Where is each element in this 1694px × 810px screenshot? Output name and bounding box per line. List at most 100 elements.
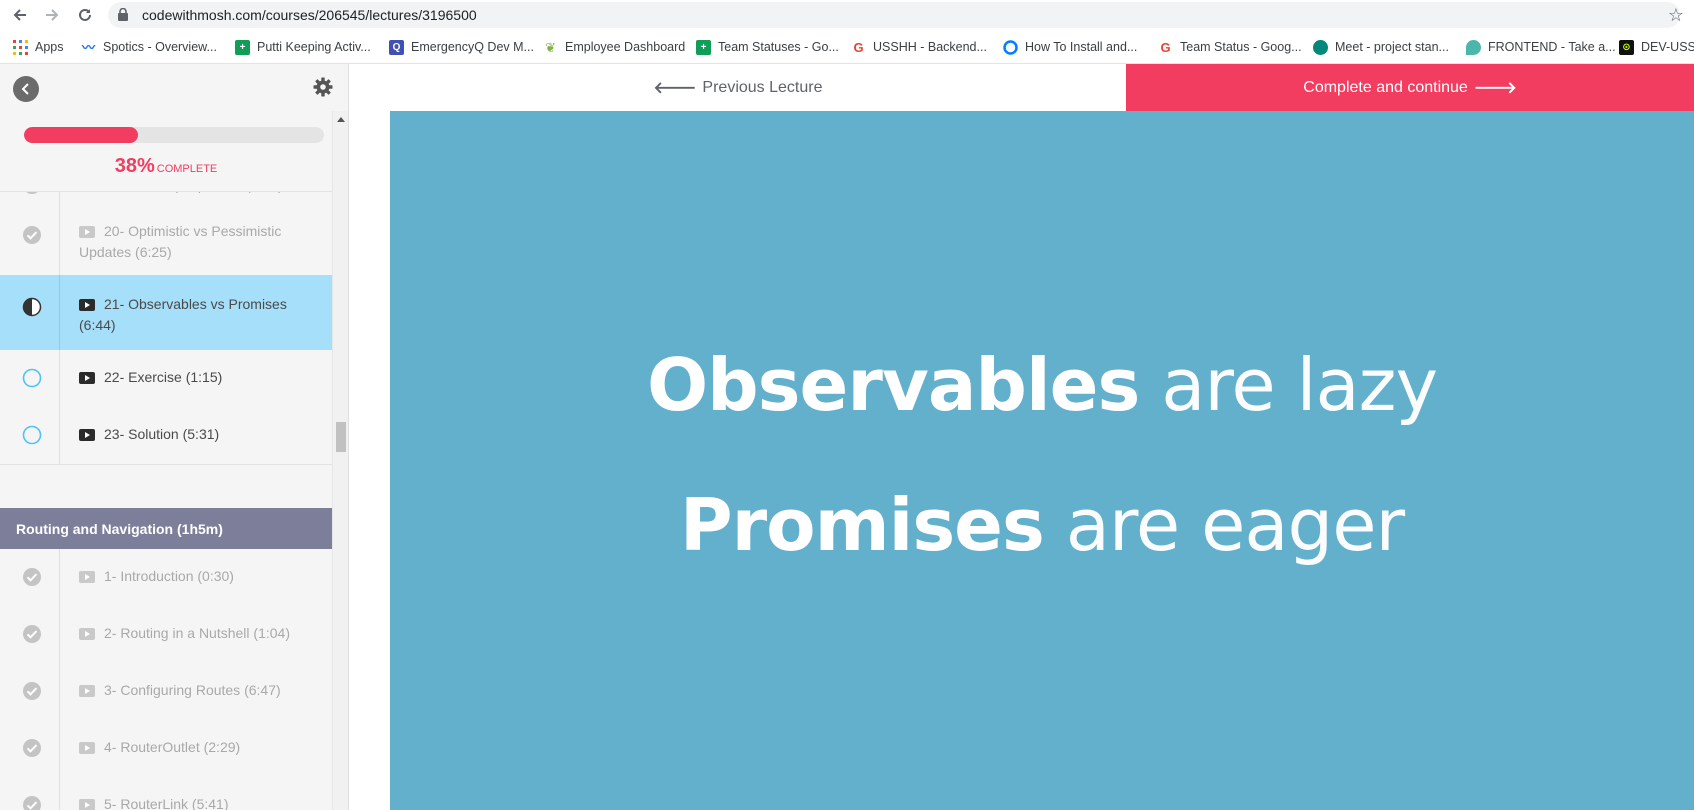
lock-icon — [118, 7, 128, 26]
lecture-title: 20- Optimistic vs Pessimistic Updates (6… — [79, 223, 282, 260]
sidebar-scrollbar[interactable] — [332, 111, 348, 810]
lecture-title: 23- Solution (5:31) — [104, 426, 220, 442]
bookmark-spotics[interactable]: 〰 Spotics - Overview... — [81, 38, 217, 56]
check-circle-icon — [22, 795, 42, 810]
lecture-title: 4- RouterOutlet (2:29) — [104, 739, 241, 755]
leaf-icon: ❦ — [545, 39, 556, 55]
empty-circle-icon — [22, 425, 42, 445]
row-divider — [59, 663, 60, 720]
lecture-item[interactable]: 3- Configuring Routes (6:47) — [0, 663, 332, 721]
bookmark-label: FRONTEND - Take a... — [1488, 40, 1616, 54]
digitalocean-icon — [1003, 39, 1018, 55]
lecture-title: 3- Configuring Routes (6:47) — [104, 682, 281, 698]
chevron-left-icon — [21, 83, 29, 95]
row-divider — [59, 201, 60, 275]
previous-lecture-button[interactable]: 🡐 Previous Lecture — [349, 64, 1127, 111]
bookmark-label: Team Status - Goog... — [1180, 40, 1302, 54]
lecture-item[interactable]: 22- Exercise (1:15) — [0, 350, 332, 408]
lecture-title: 22- Exercise (1:15) — [104, 369, 223, 385]
bookmark-label: Apps — [35, 40, 64, 54]
bookmark-label: DEV-USSH — [1641, 40, 1694, 54]
lecture-item[interactable]: 2- Routing in a Nutshell (1:04) — [0, 606, 332, 664]
video-slide[interactable]: Observables are lazy Promises are eager — [390, 111, 1694, 810]
bookmark-label: Meet - project stan... — [1335, 40, 1449, 54]
lecture-title: 5- RouterLink (5:41) — [104, 796, 229, 810]
slide-line-1-rest: are lazy — [1161, 343, 1438, 427]
lecture-item[interactable]: 20- Optimistic vs Pessimistic Updates (6… — [0, 201, 332, 276]
apps-grid-icon — [13, 39, 28, 55]
lecture-title: 21- Observables vs Promises (6:44) — [79, 296, 287, 333]
row-divider — [59, 275, 60, 350]
bookmark-dev-ussh[interactable]: ⊙ DEV-USSH — [1619, 38, 1694, 56]
check-circle-icon — [22, 681, 42, 701]
bookmark-putti[interactable]: + Putti Keeping Activ... — [235, 38, 371, 56]
progress-percent: 38% — [114, 155, 155, 177]
lecture-title: 2- Routing in a Nutshell (1:04) — [104, 625, 290, 641]
row-divider — [59, 777, 60, 810]
bookmark-label: Spotics - Overview... — [103, 40, 217, 54]
drop-icon — [1466, 39, 1481, 55]
browser-address-row: codewithmosh.com/courses/206545/lectures… — [0, 0, 1694, 30]
row-divider — [59, 720, 60, 777]
settings-gear-icon[interactable] — [313, 77, 333, 102]
bookmark-team-status[interactable]: G Team Status - Goog... — [1158, 38, 1302, 56]
bookmark-team-statuses[interactable]: + Team Statuses - Go... — [696, 38, 839, 56]
lecture-item[interactable]: 5- RouterLink (5:41) — [0, 777, 332, 810]
lecture-item-active[interactable]: 21- Observables vs Promises (6:44) — [0, 275, 332, 351]
bookmark-how-to-install[interactable]: How To Install and... — [1003, 38, 1137, 56]
lecture-item[interactable]: 23- Solution (5:31) — [0, 407, 332, 465]
spotics-icon: 〰 — [81, 39, 95, 55]
scroll-up-arrow-icon[interactable] — [337, 117, 345, 122]
lecture-item[interactable]: 1- Introduction (0:30) — [0, 549, 332, 607]
progress-label: 38% COMPLETE — [0, 155, 332, 178]
lecture-title: 1- Introduction (0:30) — [104, 568, 234, 584]
lecture-content: Observables are lazy Promises are eager — [349, 111, 1694, 810]
slide-line-2-bold: Promises — [679, 483, 1045, 567]
complete-and-continue-button[interactable]: Complete and continue 🡒 — [1126, 64, 1694, 111]
bookmark-label: Employee Dashboard — [565, 40, 686, 54]
address-bar[interactable]: codewithmosh.com/courses/206545/lectures… — [108, 2, 1684, 28]
emergencyq-icon: Q — [389, 39, 404, 55]
row-divider — [59, 407, 60, 464]
arrow-left-icon: 🡐 — [653, 80, 697, 97]
bookmark-frontend[interactable]: FRONTEND - Take a... — [1466, 38, 1616, 56]
lecture-item[interactable]: 4- RouterOutlet (2:29) — [0, 720, 332, 778]
bookmark-employee-dashboard[interactable]: ❦ Employee Dashboard — [543, 38, 685, 56]
check-circle-icon — [22, 738, 42, 758]
slide-line-2: Promises are eager — [390, 483, 1694, 567]
bookmark-label: USSHH - Backend... — [873, 40, 987, 54]
url-text: codewithmosh.com/courses/206545/lectures… — [142, 7, 477, 23]
google-icon: G — [853, 39, 864, 55]
bookmark-emergencyq[interactable]: Q EmergencyQ Dev M... — [389, 38, 534, 56]
half-circle-progress-icon — [22, 297, 42, 317]
sidebar-header — [0, 64, 349, 112]
row-divider — [59, 549, 60, 606]
bookmark-star-icon[interactable]: ☆ — [1668, 5, 1684, 26]
lecture-nav-bar: 🡐 Previous Lecture Complete and continue… — [349, 64, 1694, 112]
scrollbar-thumb[interactable] — [336, 422, 346, 452]
row-divider — [59, 606, 60, 663]
meet-icon — [1313, 39, 1328, 55]
sheets-icon: + — [696, 39, 711, 55]
section-header[interactable]: Routing and Navigation (1h5m) — [0, 508, 332, 549]
dev-icon: ⊙ — [1619, 39, 1634, 55]
bookmark-apps[interactable]: Apps — [13, 38, 64, 56]
check-circle-icon — [22, 624, 42, 644]
arrow-right-icon: 🡒 — [1473, 80, 1517, 97]
back-to-course-button[interactable] — [13, 76, 39, 102]
forward-arrow-icon[interactable] — [41, 4, 63, 26]
bookmark-meet[interactable]: Meet - project stan... — [1313, 38, 1449, 56]
check-circle-icon — [22, 567, 42, 587]
bookmark-label: EmergencyQ Dev M... — [411, 40, 534, 54]
back-arrow-icon[interactable] — [9, 4, 31, 26]
course-sidebar: 19- The Map Operator (1:27) 20- Optimist… — [0, 111, 349, 810]
reload-icon[interactable] — [74, 4, 96, 26]
sheets-icon: + — [235, 39, 250, 55]
course-progress: 38% COMPLETE — [0, 111, 332, 192]
bookmarks-bar: Apps 〰 Spotics - Overview... + Putti Kee… — [0, 30, 1694, 64]
google-icon: G — [1160, 39, 1171, 55]
progress-bar-fill — [24, 127, 138, 143]
slide-line-1: Observables are lazy — [390, 343, 1694, 427]
bookmark-usshh-backend[interactable]: G USSHH - Backend... — [851, 38, 987, 56]
progress-complete-label: COMPLETE — [156, 163, 218, 175]
